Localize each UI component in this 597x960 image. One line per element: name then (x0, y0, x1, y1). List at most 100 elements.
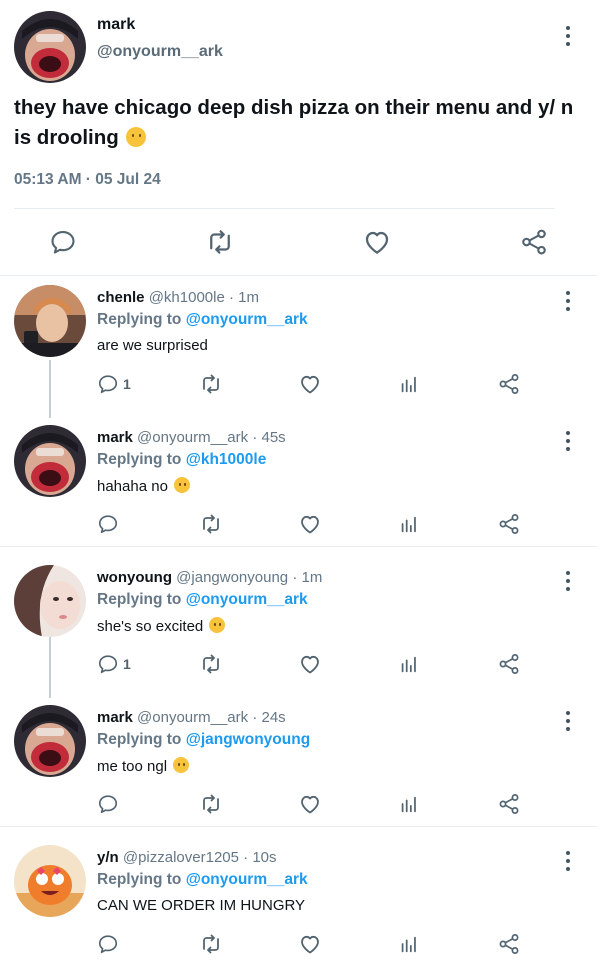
reply-tweet[interactable]: mark @onyourm__ark · 45s Replying to @kh… (0, 417, 597, 547)
like-button[interactable] (298, 372, 322, 396)
face-with-hand-over-mouth-emoji-icon (173, 757, 190, 773)
reply-author-name[interactable]: mark (97, 429, 133, 446)
author-name[interactable]: mark (97, 16, 135, 34)
more-options-icon[interactable] (560, 569, 576, 593)
replying-to-link[interactable]: @jangwonyoung (186, 731, 310, 748)
replying-to-link[interactable]: @onyourm__ark (186, 311, 308, 328)
stats-icon (398, 513, 420, 535)
avatar[interactable] (14, 285, 86, 357)
stats-button[interactable] (398, 932, 420, 956)
stats-button[interactable] (398, 792, 420, 816)
reply-button[interactable] (48, 227, 78, 257)
reply-author-name[interactable]: mark (97, 709, 133, 726)
stats-button[interactable] (398, 652, 420, 676)
reply-button[interactable]: 1 (97, 652, 131, 676)
share-button[interactable] (497, 512, 521, 536)
reply-text: hahaha no (97, 477, 191, 495)
reply-icon (97, 933, 119, 955)
reply-author-name[interactable]: chenle (97, 289, 145, 306)
replying-to: Replying to @onyourm__ark (97, 871, 308, 889)
reply-author-handle[interactable]: @jangwonyoung (176, 569, 288, 586)
reply-author-handle[interactable]: @onyourm__ark (137, 709, 248, 726)
reply-text: are we surprised (97, 337, 208, 354)
drooling-face-emoji-icon (126, 127, 147, 147)
reply-button[interactable] (97, 932, 119, 956)
share-button[interactable] (497, 372, 521, 396)
avatar[interactable] (14, 705, 86, 777)
reply-tweet[interactable]: mark @onyourm__ark · 24s Replying to @ja… (0, 697, 597, 827)
reply-time: · 24s (252, 709, 286, 726)
share-icon (519, 227, 549, 257)
retweet-button[interactable] (199, 372, 223, 396)
reply-button[interactable]: 1 (97, 372, 131, 396)
share-button[interactable] (497, 792, 521, 816)
retweet-button[interactable] (205, 227, 235, 257)
tweet-timestamp: 05:13 AM · 05 Jul 24 (14, 171, 161, 188)
replying-label: Replying to (97, 311, 182, 328)
share-button[interactable] (497, 932, 521, 956)
reply-author-handle[interactable]: @kh1000le (149, 289, 225, 306)
retweet-button[interactable] (199, 652, 223, 676)
replying-to-link[interactable]: @onyourm__ark (186, 591, 308, 608)
reply-author-handle[interactable]: @onyourm__ark (137, 429, 248, 446)
retweet-icon (199, 372, 223, 396)
retweet-button[interactable] (199, 792, 223, 816)
retweet-icon (199, 932, 223, 956)
like-button[interactable] (298, 932, 322, 956)
reply-author-handle[interactable]: @pizzalover1205 (123, 849, 239, 866)
like-button[interactable] (298, 512, 322, 536)
reply-count: 1 (123, 656, 131, 672)
share-button[interactable] (519, 227, 549, 257)
avatar[interactable] (14, 565, 86, 637)
reply-tweet[interactable]: y/n @pizzalover1205 · 10s Replying to @o… (0, 837, 597, 960)
reply-text-content: hahaha no (97, 478, 168, 495)
like-button[interactable] (298, 792, 322, 816)
reply-author-name[interactable]: y/n (97, 849, 119, 866)
reply-icon (49, 228, 77, 256)
reply-header: mark @onyourm__ark · 24s (97, 709, 286, 726)
reply-text: me too ngl (97, 757, 190, 775)
retweet-icon (199, 512, 223, 536)
reply-count: 1 (123, 376, 131, 392)
reply-tweet[interactable]: wonyoung @jangwonyoung · 1m Replying to … (0, 557, 597, 697)
replying-to: Replying to @kh1000le (97, 451, 266, 469)
reply-button[interactable] (97, 512, 119, 536)
more-options-icon[interactable] (560, 289, 576, 313)
reply-header: mark @onyourm__ark · 45s (97, 429, 286, 446)
avatar[interactable] (14, 11, 86, 83)
reply-button[interactable] (97, 792, 119, 816)
author-handle[interactable]: @onyourm__ark (97, 43, 223, 61)
more-options-icon[interactable] (560, 849, 576, 873)
more-options-icon[interactable] (560, 709, 576, 733)
stats-icon (398, 793, 420, 815)
share-button[interactable] (497, 652, 521, 676)
avatar[interactable] (14, 845, 86, 917)
reply-time: · 1m (292, 569, 323, 586)
replying-to-link[interactable]: @kh1000le (186, 451, 267, 468)
stats-button[interactable] (398, 512, 420, 536)
grinning-emoji-icon (209, 617, 226, 633)
avatar[interactable] (14, 425, 86, 497)
reply-text: she's so excited (97, 617, 226, 635)
replying-to-link[interactable]: @onyourm__ark (186, 871, 308, 888)
reply-tweet[interactable]: chenle @kh1000le · 1m Replying to @onyou… (0, 277, 597, 417)
reply-time: · 1m (229, 289, 259, 306)
like-button[interactable] (298, 652, 322, 676)
main-tweet: mark @onyourm__ark they have chicago dee… (0, 0, 597, 276)
reply-text-content: me too ngl (97, 758, 168, 775)
reply-icon (97, 373, 119, 395)
tweet-text-content: they have chicago deep dish pizza on the… (14, 96, 574, 149)
replying-label: Replying to (97, 451, 182, 468)
retweet-icon (199, 792, 223, 816)
more-options-icon[interactable] (560, 24, 576, 48)
retweet-button[interactable] (199, 932, 223, 956)
reply-time: · 10s (243, 849, 277, 866)
retweet-button[interactable] (199, 512, 223, 536)
reply-text: CAN WE ORDER IM HUNGRY (97, 897, 306, 914)
reply-author-name[interactable]: wonyoung (97, 569, 172, 586)
stats-button[interactable] (398, 372, 420, 396)
replying-label: Replying to (97, 871, 182, 888)
more-options-icon[interactable] (560, 429, 576, 453)
like-button[interactable] (362, 227, 392, 257)
retweet-icon (199, 652, 223, 676)
